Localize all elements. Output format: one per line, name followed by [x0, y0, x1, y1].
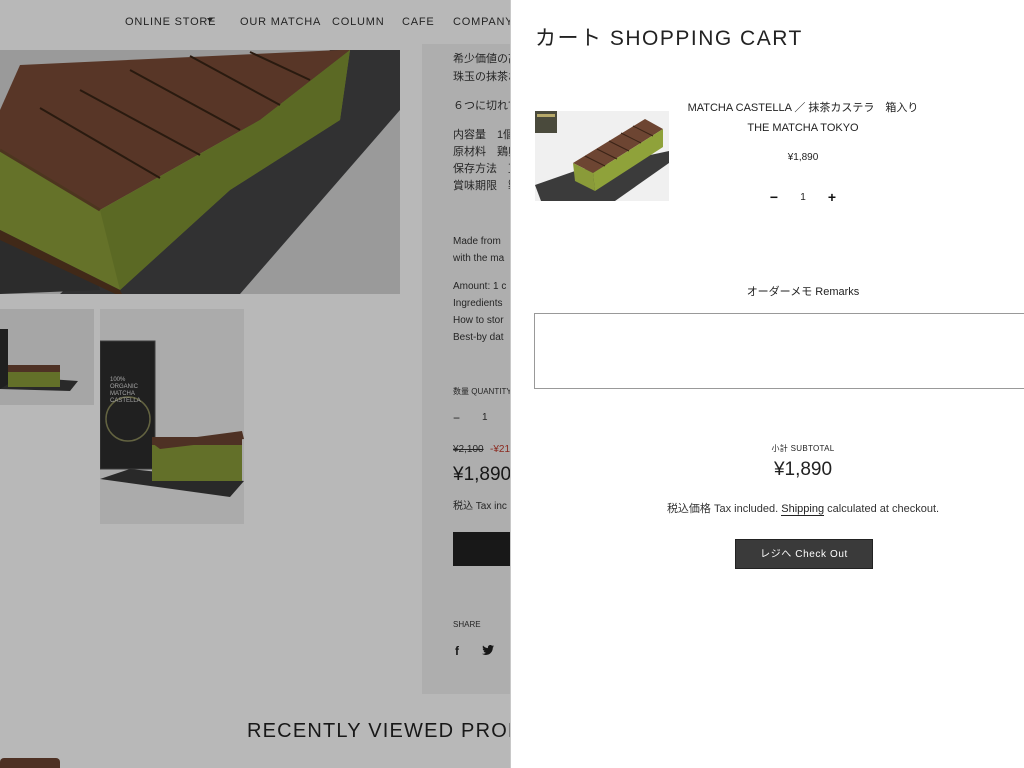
cart-item-name[interactable]: MATCHA CASTELLA ／ 抹茶カステラ 箱入り	[671, 99, 935, 115]
castella-thumbnail	[535, 111, 669, 201]
tax-note-suffix: calculated at checkout.	[824, 503, 940, 515]
subtotal-value: ¥1,890	[773, 459, 833, 480]
tax-note-prefix: 税込価格 Tax included.	[666, 503, 782, 515]
subtotal-label: 小計 SUBTOTAL	[771, 444, 835, 453]
tax-shipping-note: 税込価格 Tax included. Shipping calculated a…	[591, 500, 1015, 516]
cart-item-price: ¥1,890	[787, 152, 819, 163]
shopping-cart-drawer: カート SHOPPING CART MATCHA CASTELLA ／ 抹茶カス…	[510, 0, 1024, 768]
page-dim-overlay[interactable]	[0, 0, 510, 768]
cart-title: カート SHOPPING CART	[535, 27, 803, 50]
quantity-decrease-button[interactable]: −	[766, 189, 782, 205]
checkout-button[interactable]: レジへ Check Out	[735, 539, 873, 569]
cart-item-quantity[interactable]: 1	[797, 192, 809, 203]
shipping-link[interactable]: Shipping	[781, 503, 825, 516]
cart-item-image[interactable]	[535, 111, 669, 201]
cart-item-brand: THE MATCHA TOKYO	[747, 122, 859, 134]
quantity-increase-button[interactable]: +	[824, 189, 840, 205]
remarks-label: オーダーメモ Remarks	[746, 286, 860, 298]
remarks-textarea[interactable]	[534, 313, 1024, 389]
